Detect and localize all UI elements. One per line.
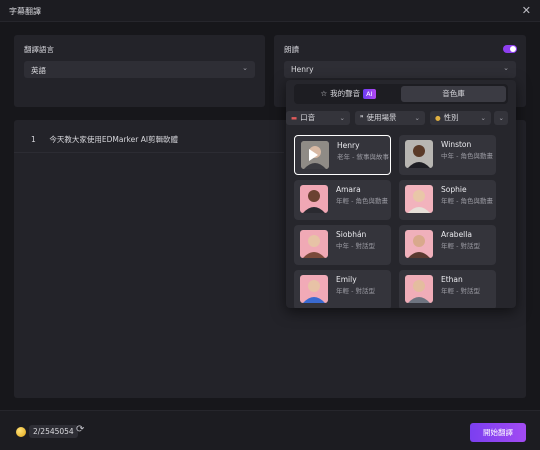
dubbing-toggle[interactable] xyxy=(503,45,517,53)
play-icon[interactable] xyxy=(309,149,318,161)
voice-description: 中年 - 對話型 xyxy=(336,242,375,250)
voice-description: 中年 - 角色與動畫 xyxy=(441,152,493,160)
avatar xyxy=(300,230,328,258)
ai-badge: AI xyxy=(363,89,376,99)
quote-icon: ❞ xyxy=(360,114,364,122)
voice-name: Emily xyxy=(336,275,357,284)
footer-bar: 2/2545054 ⟳ 開始翻譯 xyxy=(0,410,540,450)
tab-my-voice-label: 我的聲音 xyxy=(330,89,361,98)
translate-language-panel: 翻譯語言 英語 ⌄ xyxy=(14,35,265,107)
voice-name: Ethan xyxy=(441,275,463,284)
close-icon[interactable]: ✕ xyxy=(522,4,531,17)
voice-card-ethan[interactable]: Ethan 年輕 - 對話型 xyxy=(399,270,496,308)
star-icon: ☆ xyxy=(320,89,328,98)
filter-accent[interactable]: ▬ 口音 ⌄ xyxy=(286,111,350,125)
start-translate-button[interactable]: 開始翻譯 xyxy=(470,423,526,442)
avatar xyxy=(405,275,433,303)
filter-gender[interactable]: ● 性別 ⌄ xyxy=(430,111,491,125)
filter-scenario-label: 使用場景 xyxy=(366,113,397,122)
person-icon: ● xyxy=(435,114,441,122)
row-divider xyxy=(14,152,284,153)
avatar xyxy=(405,230,433,258)
credits-counter: 2/2545054 xyxy=(29,425,78,438)
voice-name: Henry xyxy=(337,141,360,150)
coin-icon xyxy=(16,427,26,437)
voice-description: 年輕 - 對話型 xyxy=(336,287,375,295)
avatar xyxy=(405,140,433,168)
avatar xyxy=(300,275,328,303)
chevron-down-icon: ⌄ xyxy=(503,64,509,72)
voice-card-henry[interactable]: Henry 老年 - 敘事與故事 xyxy=(294,135,391,175)
flag-icon: ▬ xyxy=(291,114,298,122)
voice-card-sophie[interactable]: Sophie 年輕 - 角色與動畫 xyxy=(399,180,496,220)
dubbing-label: 朗讀 xyxy=(284,45,299,54)
chevron-down-icon: ⌄ xyxy=(242,64,248,72)
translate-language-value: 英語 xyxy=(31,66,46,75)
subtitle-index: 1 xyxy=(31,135,36,144)
voice-description: 年輕 - 對話型 xyxy=(441,242,480,250)
subtitle-row[interactable]: 1 今天教大家使用EDMarker AI剪輯軟體 xyxy=(31,134,178,145)
filter-more[interactable]: ⌄ xyxy=(494,111,508,125)
voice-name: Amara xyxy=(336,185,361,194)
voice-library-popup: ☆ 我的聲音 AI 音色庫 ▬ 口音 ⌄ ❞ 使用場景 ⌄ ● 性別 ⌄ ⌄ Henry … xyxy=(286,80,516,308)
voice-select[interactable]: Henry ⌄ xyxy=(284,61,516,78)
chevron-down-icon: ⌄ xyxy=(414,114,420,122)
voice-name: Siobhán xyxy=(336,230,367,239)
voice-card-siobhan[interactable]: Siobhán 中年 - 對話型 xyxy=(294,225,391,265)
avatar xyxy=(405,185,433,213)
voice-name: Winston xyxy=(441,140,472,149)
title-bar: 字幕翻譯 ✕ xyxy=(0,0,540,22)
voice-tabs: ☆ 我的聲音 AI 音色庫 xyxy=(294,84,508,104)
voice-select-value: Henry xyxy=(291,65,314,74)
chevron-down-icon: ⌄ xyxy=(498,114,504,122)
voice-card-amara[interactable]: Amara 年輕 - 角色與動畫 xyxy=(294,180,391,220)
voice-card-winston[interactable]: Winston 中年 - 角色與動畫 xyxy=(399,135,496,175)
voice-name: Arabella xyxy=(441,230,472,239)
subtitle-text: 今天教大家使用EDMarker AI剪輯軟體 xyxy=(49,135,179,144)
translate-language-label: 翻譯語言 xyxy=(24,45,54,54)
translate-language-select[interactable]: 英語 ⌄ xyxy=(24,61,255,78)
chevron-down-icon: ⌄ xyxy=(480,114,486,122)
voice-description: 年輕 - 角色與動畫 xyxy=(441,197,493,205)
window-title: 字幕翻譯 xyxy=(9,7,41,16)
voice-description: 年輕 - 角色與動畫 xyxy=(336,197,388,205)
tab-voice-library[interactable]: 音色庫 xyxy=(401,86,506,102)
filter-scenario[interactable]: ❞ 使用場景 ⌄ xyxy=(355,111,425,125)
avatar xyxy=(300,185,328,213)
voice-description: 老年 - 敘事與故事 xyxy=(337,153,389,161)
tab-my-voice[interactable]: ☆ 我的聲音 AI xyxy=(296,86,400,102)
filter-gender-label: 性別 xyxy=(443,113,459,122)
chevron-down-icon: ⌄ xyxy=(339,114,345,122)
avatar xyxy=(301,141,329,169)
voice-name: Sophie xyxy=(441,185,467,194)
voice-card-arabella[interactable]: Arabella 年輕 - 對話型 xyxy=(399,225,496,265)
filter-accent-label: 口音 xyxy=(300,113,316,122)
voice-description: 年輕 - 對話型 xyxy=(441,287,480,295)
voice-card-emily[interactable]: Emily 年輕 - 對話型 xyxy=(294,270,391,308)
refresh-icon[interactable]: ⟳ xyxy=(76,424,84,435)
tab-voice-library-label: 音色庫 xyxy=(442,89,465,98)
